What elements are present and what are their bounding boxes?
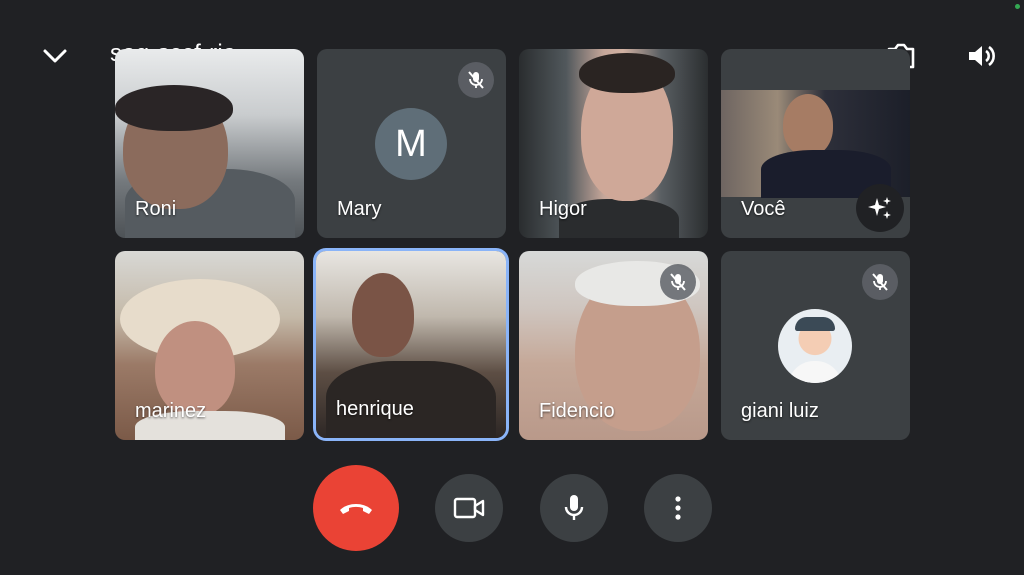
video-figure-hair <box>115 85 233 131</box>
end-call-icon <box>340 504 372 514</box>
camera-icon <box>453 497 485 519</box>
video-figure-hair <box>579 53 675 93</box>
participant-name: henrique <box>336 398 414 420</box>
participant-name: Você <box>741 198 786 220</box>
participant-name: Mary <box>337 198 382 220</box>
video-figure-head <box>783 94 833 156</box>
more-vert-icon <box>675 496 681 520</box>
participant-tile-fidencio[interactable]: Fidencio <box>519 251 708 440</box>
participant-tile-giani-luiz[interactable]: giani luiz <box>721 251 910 440</box>
self-video <box>721 90 910 198</box>
avatar <box>778 309 852 383</box>
status-dot <box>1015 4 1020 9</box>
microphone-toggle-button[interactable] <box>540 474 608 542</box>
participant-name: Roni <box>135 198 177 220</box>
participant-name: Higor <box>539 198 587 220</box>
mic-off-icon <box>468 71 484 89</box>
volume-icon <box>969 45 995 67</box>
muted-indicator <box>660 264 696 300</box>
sparkle-icon <box>868 197 891 219</box>
muted-indicator <box>458 62 494 98</box>
avatar-shirt <box>788 361 842 383</box>
muted-indicator <box>862 264 898 300</box>
audio-output-button[interactable] <box>960 38 1002 74</box>
camera-toggle-button[interactable] <box>435 474 503 542</box>
participant-name: giani luiz <box>741 400 819 422</box>
avatar: M <box>375 108 447 180</box>
participant-name: marinez <box>135 400 207 422</box>
video-figure-head <box>352 273 414 357</box>
participant-tile-henrique[interactable]: henrique <box>316 251 506 438</box>
collapse-button[interactable] <box>36 38 74 74</box>
end-call-button[interactable] <box>313 465 399 551</box>
participant-tile-marinez[interactable]: marinez <box>115 251 304 440</box>
mic-off-icon <box>670 273 686 291</box>
participant-tile-higor[interactable]: Higor <box>519 49 708 238</box>
participant-name: Fidencio <box>539 400 615 422</box>
chevron-down-icon <box>43 49 67 63</box>
more-options-button[interactable] <box>644 474 712 542</box>
mic-off-icon <box>872 273 888 291</box>
participant-tile-roni[interactable]: Roni <box>115 49 304 238</box>
participant-tile-mary[interactable]: M Mary <box>317 49 506 238</box>
avatar-cap <box>795 317 835 331</box>
mic-icon <box>564 495 584 520</box>
participant-tile-self[interactable]: Você <box>721 49 910 238</box>
effects-button[interactable] <box>856 184 904 232</box>
